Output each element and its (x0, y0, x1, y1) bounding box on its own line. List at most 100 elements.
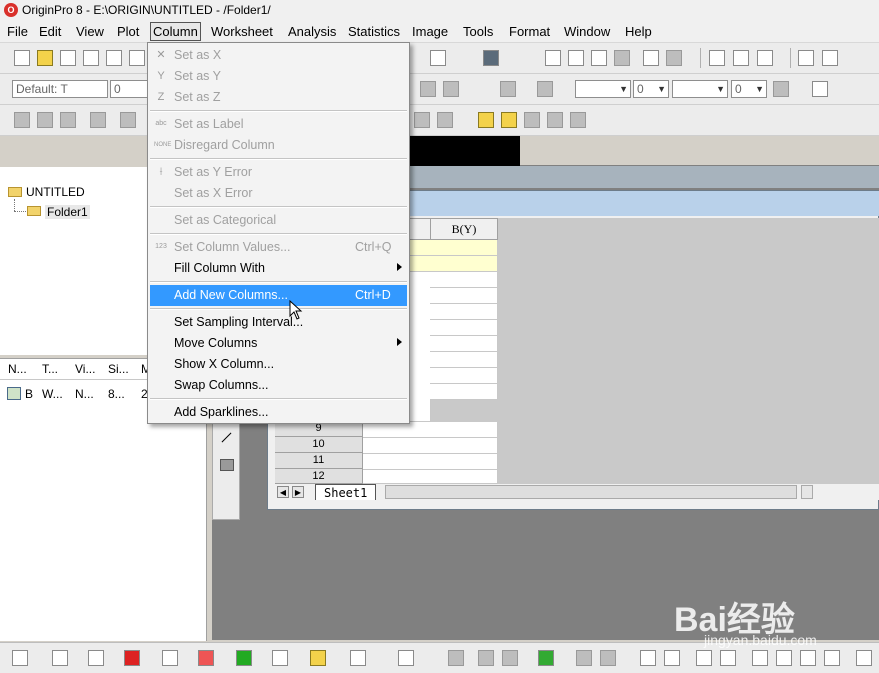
align-bottom-icon[interactable] (720, 650, 736, 666)
xyz-icon[interactable] (478, 650, 494, 666)
border-icon[interactable] (812, 81, 828, 97)
layout-icon[interactable] (483, 50, 499, 66)
fill-pattern-combo[interactable]: ▼ (672, 80, 728, 98)
cell-b-10[interactable] (430, 438, 498, 454)
cell-a-9[interactable] (363, 422, 431, 438)
bring-front-icon[interactable] (856, 650, 872, 666)
horizontal-scrollbar[interactable] (385, 485, 797, 499)
align-left-icon[interactable] (640, 650, 656, 666)
sheet-tab[interactable]: Sheet1 (315, 484, 377, 500)
group-icon[interactable] (350, 650, 366, 666)
image-plot-icon[interactable] (576, 650, 592, 666)
open-icon[interactable] (37, 50, 53, 66)
cell-b-4[interactable] (430, 320, 498, 336)
list-cell-name[interactable]: B (25, 387, 33, 401)
menu-tools[interactable]: Tools (461, 23, 495, 40)
cell-a-12[interactable] (363, 470, 431, 484)
cell-b-1[interactable] (430, 272, 498, 288)
cell-b-longname[interactable] (430, 240, 498, 256)
cell-b-12[interactable] (430, 470, 498, 484)
mask-icon[interactable] (524, 112, 540, 128)
wall-icon[interactable] (448, 650, 464, 666)
pattern-icon[interactable] (773, 81, 789, 97)
menu-plot[interactable]: Plot (115, 23, 141, 40)
menu-statistics[interactable]: Statistics (346, 23, 402, 40)
menu-view[interactable]: View (74, 23, 106, 40)
align-middle-icon[interactable] (776, 650, 792, 666)
row-header-10[interactable]: 10 (275, 437, 363, 453)
menu-help[interactable]: Help (623, 23, 654, 40)
menu-set-as-x-error[interactable]: Set as X Error (150, 183, 407, 204)
waterfall-icon[interactable] (600, 650, 616, 666)
tree-folder1[interactable]: Folder1 (45, 205, 90, 219)
menu-add-new-columns[interactable]: Add New Columns... Ctrl+D (150, 285, 407, 306)
menu-analysis[interactable]: Analysis (286, 23, 338, 40)
folder-tool-icon[interactable] (501, 112, 517, 128)
cell-b-6[interactable] (430, 352, 498, 368)
scatter-plot-icon[interactable] (52, 650, 68, 666)
font-color-icon[interactable] (443, 81, 459, 97)
highlighter-icon[interactable] (478, 112, 494, 128)
new-graph-icon[interactable] (106, 50, 122, 66)
list-header-name[interactable]: N... (8, 362, 27, 376)
menu-move-columns[interactable]: Move Columns (150, 333, 407, 354)
menu-show-x-column[interactable]: Show X Column... (150, 354, 407, 375)
menu-disregard-column[interactable]: NONE Disregard Column (150, 135, 407, 156)
cell-b-7[interactable] (430, 368, 498, 384)
tab-scroll-right-icon[interactable]: ▶ (292, 486, 304, 498)
3d-bars-icon[interactable] (398, 650, 414, 666)
new-excel-icon[interactable] (83, 50, 99, 66)
fill-color-icon[interactable] (500, 81, 516, 97)
cell-b-8[interactable] (430, 384, 498, 400)
window-icon[interactable] (798, 50, 814, 66)
cell-a-11[interactable] (363, 454, 431, 470)
menu-column[interactable]: Column (150, 22, 201, 41)
cell-b-3[interactable] (430, 304, 498, 320)
menu-set-as-label[interactable]: abc Set as Label (150, 114, 407, 135)
line-symbol-plot-icon[interactable] (88, 650, 104, 666)
list-header-type[interactable]: T... (42, 362, 58, 376)
line-tool-icon[interactable] (221, 432, 232, 443)
code-builder-icon[interactable] (591, 50, 607, 66)
cell-b-11[interactable] (430, 454, 498, 470)
menu-set-as-categorical[interactable]: Set as Categorical (150, 210, 407, 231)
results-log-icon[interactable] (545, 50, 561, 66)
column-plot-icon[interactable] (124, 650, 140, 666)
column-b-header[interactable]: B(Y) (430, 218, 498, 240)
list-header-size[interactable]: Si... (108, 362, 129, 376)
polar-plot-icon[interactable] (272, 650, 288, 666)
print-icon[interactable] (430, 50, 446, 66)
same-height-icon[interactable] (824, 650, 840, 666)
refresh-icon[interactable] (666, 50, 682, 66)
menu-fill-column-with[interactable]: Fill Column With (150, 258, 407, 279)
tab-scroll-left-icon[interactable]: ◀ (277, 486, 289, 498)
color-map-icon[interactable] (538, 650, 554, 666)
row-header-11[interactable]: 11 (275, 453, 363, 469)
cell-a-10[interactable] (363, 438, 431, 454)
rectangle-tool-icon[interactable] (220, 459, 234, 471)
swap-mask-icon[interactable] (570, 112, 586, 128)
menu-set-as-y-error[interactable]: ⟊ Set as Y Error (150, 162, 407, 183)
settings-icon[interactable] (614, 50, 630, 66)
align-top-icon[interactable] (696, 650, 712, 666)
row-header-12[interactable]: 12 (275, 469, 363, 484)
script-window-icon[interactable] (568, 50, 584, 66)
menu-swap-columns[interactable]: Swap Columns... (150, 375, 407, 396)
paste-icon[interactable] (757, 50, 773, 66)
cell-b-2[interactable] (430, 288, 498, 304)
contour-icon[interactable] (502, 650, 518, 666)
font-size-combo[interactable]: 0 (110, 80, 148, 98)
zoom-in-icon[interactable] (14, 112, 30, 128)
template-icon[interactable] (310, 650, 326, 666)
cut-icon[interactable] (709, 50, 725, 66)
menu-worksheet[interactable]: Worksheet (209, 23, 275, 40)
menu-set-as-y[interactable]: Y Set as Y (150, 66, 407, 87)
new-matrix-icon[interactable] (129, 50, 145, 66)
line-width-combo[interactable]: 0 ▼ (633, 80, 669, 98)
menu-format[interactable]: Format (507, 23, 552, 40)
new-project-icon[interactable] (14, 50, 30, 66)
data-reader-icon[interactable] (90, 112, 106, 128)
pattern-width-combo[interactable]: 0 ▼ (731, 80, 767, 98)
list-header-view[interactable]: Vi... (75, 362, 95, 376)
unmask-icon[interactable] (547, 112, 563, 128)
